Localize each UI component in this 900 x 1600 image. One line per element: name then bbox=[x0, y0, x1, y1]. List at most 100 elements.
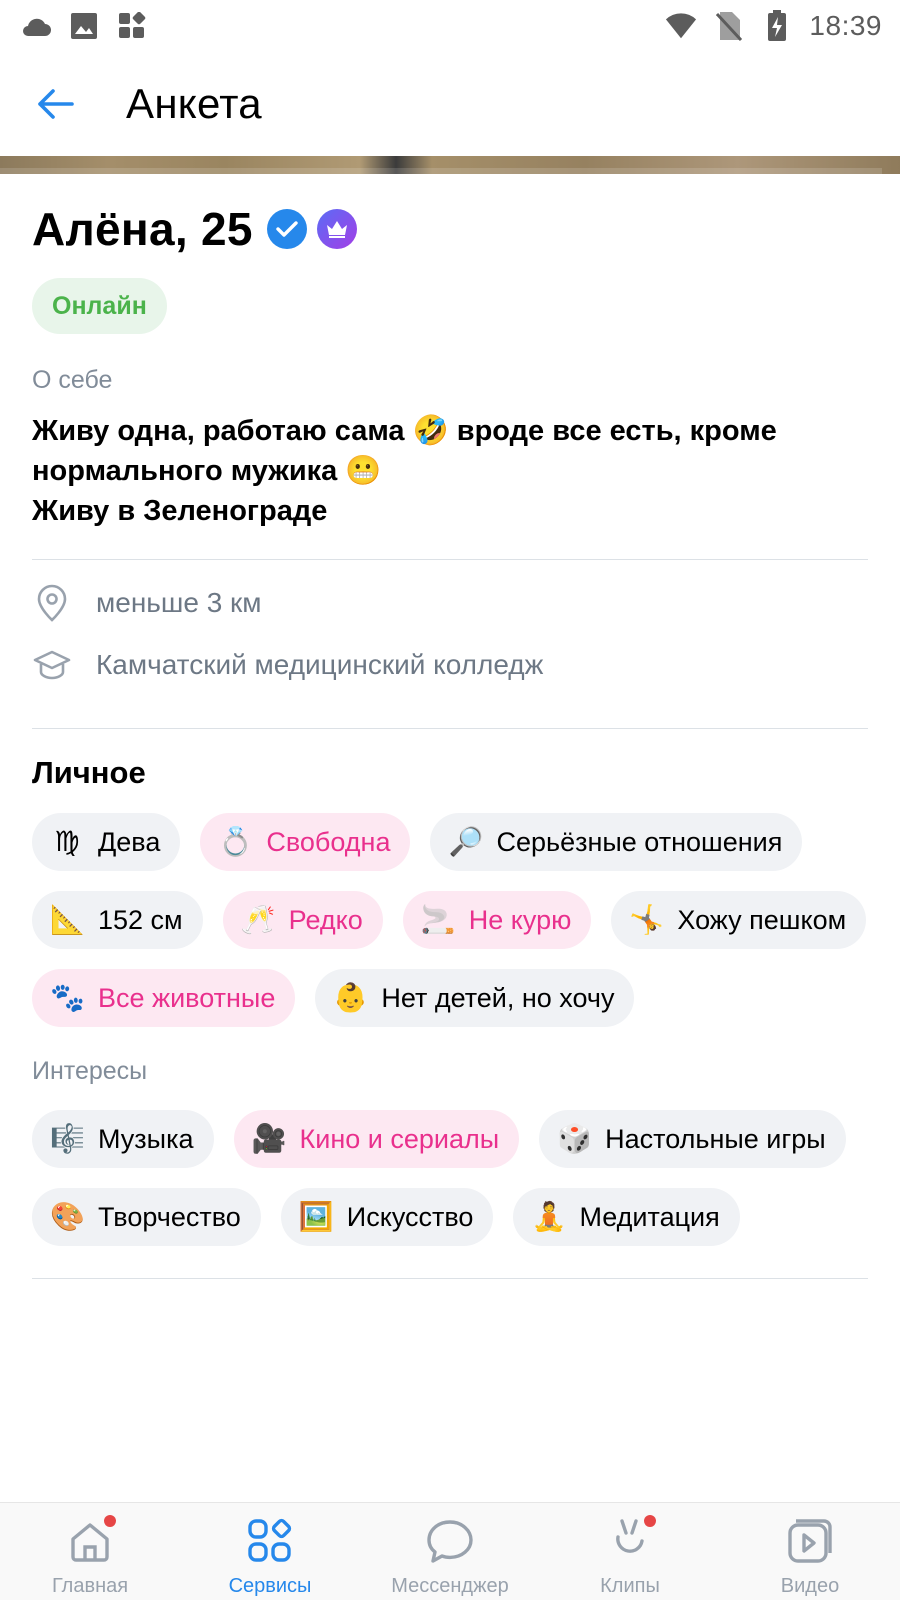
crown-icon[interactable] bbox=[316, 209, 357, 249]
tag-chip[interactable]: 📐 152 см bbox=[32, 891, 203, 949]
battery-charging-icon bbox=[761, 10, 793, 42]
chip-emoji-icon: 👶 bbox=[333, 981, 369, 1014]
distance-row: меньше 3 км bbox=[32, 572, 868, 634]
chip-label: Свободна bbox=[266, 826, 391, 857]
personal-chips: ♍ Дева 💍 Свободна 🔎 Серьёзные отношения 📐 152 с… bbox=[32, 813, 868, 1027]
chip-label: Серьёзные отношения bbox=[496, 826, 783, 857]
divider bbox=[32, 728, 868, 729]
tab-video[interactable]: Видео bbox=[720, 1503, 900, 1600]
tag-chip[interactable]: 🔎 Серьёзные отношения bbox=[430, 813, 803, 871]
tab-services[interactable]: Сервисы bbox=[180, 1503, 360, 1600]
chip-emoji-icon: 🧘 bbox=[531, 1200, 567, 1233]
tag-chip[interactable]: 🎲 Настольные игры bbox=[539, 1110, 846, 1168]
services-icon bbox=[242, 1513, 298, 1569]
tag-chip[interactable]: 👶 Нет детей, но хочу bbox=[315, 969, 635, 1027]
chip-emoji-icon: 🐾 bbox=[50, 981, 85, 1014]
tag-chip[interactable]: 🎥 Кино и сериалы bbox=[233, 1110, 520, 1168]
tag-chip[interactable]: 🎨 Творчество bbox=[32, 1188, 261, 1246]
chip-label: Искусство bbox=[346, 1201, 474, 1232]
chip-emoji-icon: 🖼️ bbox=[298, 1200, 334, 1233]
chip-label: Хожу пешком bbox=[677, 904, 847, 935]
tab-label: Мессенджер bbox=[391, 1575, 509, 1597]
chip-label: Творчество bbox=[98, 1201, 241, 1232]
online-status-badge: Онлайн bbox=[32, 278, 167, 334]
chip-label: Медитация bbox=[579, 1201, 720, 1232]
messenger-icon bbox=[422, 1513, 478, 1569]
tab-label: Сервисы bbox=[228, 1575, 312, 1597]
about-line: Живу одна, работаю сама 🤣 вроде все есть… bbox=[32, 415, 777, 447]
education-cap-icon bbox=[32, 645, 72, 685]
status-left-icons bbox=[20, 10, 148, 42]
app-header: Анкета bbox=[0, 52, 900, 156]
tab-label: Видео bbox=[780, 1575, 840, 1597]
chip-label: Дева bbox=[98, 826, 161, 857]
tag-chip[interactable]: 🖼️ Искусство bbox=[280, 1188, 494, 1246]
status-bar: 18:39 bbox=[0, 0, 900, 52]
verified-icon[interactable] bbox=[266, 209, 307, 249]
clips-icon bbox=[602, 1513, 658, 1569]
tag-chip[interactable]: 🐾 Все животные bbox=[32, 969, 296, 1027]
back-button[interactable] bbox=[26, 75, 84, 133]
divider bbox=[32, 1278, 868, 1279]
chip-label: Не курю bbox=[468, 904, 572, 935]
home-icon bbox=[62, 1513, 118, 1569]
tab-clips[interactable]: Клипы bbox=[540, 1503, 720, 1600]
about-label: О себе bbox=[32, 366, 113, 394]
chip-emoji-icon: ♍ bbox=[54, 825, 80, 858]
location-pin-icon bbox=[32, 583, 72, 623]
chip-label: Кино и сериалы bbox=[299, 1123, 500, 1154]
profile-photo-edge[interactable] bbox=[0, 156, 900, 174]
chip-emoji-icon: 🎥 bbox=[251, 1122, 287, 1155]
chip-label: Музыка bbox=[98, 1123, 194, 1154]
bottom-tab-bar: Главная Сервисы Мессенджер Клипы Видео bbox=[0, 1502, 900, 1600]
status-time: 18:39 bbox=[809, 10, 882, 41]
arrow-left-icon bbox=[38, 89, 74, 119]
profile-content[interactable]: Алёна, 25 Онлайн О себе Живу одна, работ… bbox=[0, 174, 900, 1502]
notification-dot bbox=[644, 1515, 656, 1527]
tag-chip[interactable]: 🧘 Медитация bbox=[513, 1188, 740, 1246]
chip-emoji-icon: 🤸 bbox=[629, 903, 665, 936]
about-text: Живу одна, работаю сама 🤣 вроде все есть… bbox=[32, 411, 868, 531]
cloud-icon bbox=[20, 10, 52, 42]
chip-emoji-icon: 🥂 bbox=[240, 903, 276, 936]
chip-label: Все животные bbox=[98, 982, 276, 1013]
interests-label: Интересы bbox=[32, 1057, 148, 1085]
chip-label: 152 см bbox=[98, 904, 183, 935]
about-line: нормального мужика 😬 bbox=[32, 455, 382, 487]
education-row: Камчатский медицинский колледж bbox=[32, 634, 868, 696]
chip-label: Редко bbox=[288, 904, 363, 935]
chip-emoji-icon: 🔎 bbox=[448, 825, 484, 858]
chip-label: Настольные игры bbox=[605, 1123, 826, 1154]
tag-chip[interactable]: 🚬 Не курю bbox=[402, 891, 592, 949]
tab-label: Главная bbox=[51, 1575, 129, 1597]
tag-chip[interactable]: 💍 Свободна bbox=[200, 813, 411, 871]
chip-emoji-icon: 🎲 bbox=[557, 1122, 593, 1155]
page-title: Анкета bbox=[126, 80, 262, 127]
tag-chip[interactable]: ♍ Дева bbox=[32, 813, 181, 871]
tab-label: Клипы bbox=[600, 1575, 660, 1597]
interest-chips: 🎼 Музыка 🎥 Кино и сериалы 🎲 Настольные игры 🎨 Т… bbox=[32, 1110, 868, 1246]
wifi-icon bbox=[665, 10, 697, 42]
name-row: Алёна, 25 bbox=[32, 202, 868, 256]
chip-emoji-icon: 📐 bbox=[50, 903, 85, 936]
status-right-icons: 18:39 bbox=[665, 10, 882, 42]
personal-section-title: Личное bbox=[32, 755, 146, 790]
tab-home[interactable]: Главная bbox=[0, 1503, 180, 1600]
tag-chip[interactable]: 🎼 Музыка bbox=[32, 1110, 214, 1168]
about-line: Живу в Зеленограде bbox=[32, 495, 328, 527]
no-sim-icon bbox=[713, 10, 745, 42]
apps-icon bbox=[116, 10, 148, 42]
chip-label: Нет детей, но хочу bbox=[381, 982, 615, 1013]
notification-dot bbox=[104, 1515, 116, 1527]
chip-emoji-icon: 💍 bbox=[218, 825, 254, 858]
divider bbox=[32, 559, 868, 560]
video-icon bbox=[782, 1513, 838, 1569]
tag-chip[interactable]: 🤸 Хожу пешком bbox=[611, 891, 867, 949]
tab-messenger[interactable]: Мессенджер bbox=[360, 1503, 540, 1600]
gallery-icon bbox=[68, 10, 100, 42]
chip-emoji-icon: 🎨 bbox=[50, 1200, 85, 1233]
education-text: Камчатский медицинский колледж bbox=[96, 649, 544, 680]
chip-emoji-icon: 🚬 bbox=[420, 903, 456, 936]
tag-chip[interactable]: 🥂 Редко bbox=[222, 891, 383, 949]
distance-text: меньше 3 км bbox=[96, 587, 262, 618]
